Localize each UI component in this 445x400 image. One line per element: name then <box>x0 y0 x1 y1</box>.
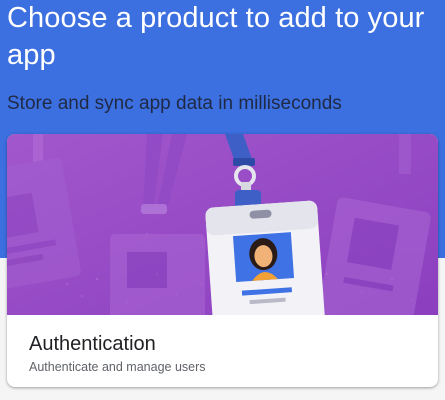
product-title: Authentication <box>29 333 156 355</box>
product-card-authentication[interactable]: Authentication Authenticate and manage u… <box>7 134 438 387</box>
id-badge-lanyard-illustration <box>7 134 438 315</box>
product-description: Authenticate and manage users <box>29 360 206 374</box>
page-title: Choose a product to add to your app <box>7 2 425 71</box>
page-subtitle: Store and sync app data in milliseconds <box>7 93 342 114</box>
